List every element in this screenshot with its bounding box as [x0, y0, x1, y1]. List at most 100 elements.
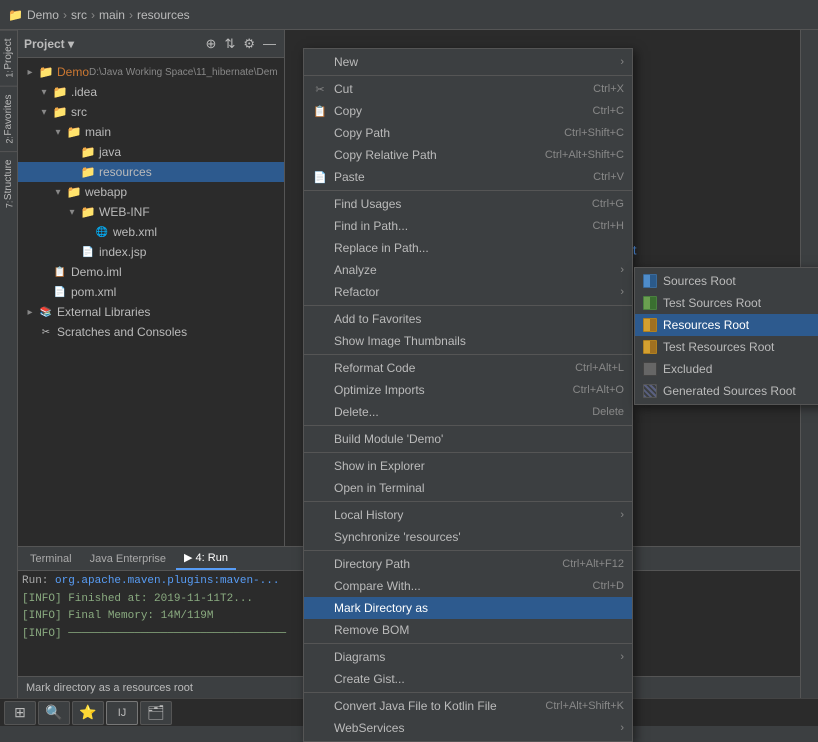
sources-root-label: Sources Root: [663, 274, 736, 288]
tab-terminal[interactable]: Terminal: [22, 547, 80, 570]
folder-webinf-icon: 📁: [80, 204, 96, 220]
menu-item-reformat[interactable]: Reformat Code Ctrl+Alt+L: [304, 357, 632, 379]
submenu-sources-root[interactable]: Sources Root: [635, 270, 818, 292]
sources-root-icon: [643, 274, 657, 288]
tree-item-webapp[interactable]: ▾ 📁 webapp: [18, 182, 284, 202]
tree-label-webapp: webapp: [85, 185, 127, 199]
title-icon: 📁: [8, 8, 23, 22]
menu-item-addtofav[interactable]: Add to Favorites: [304, 308, 632, 330]
menu-item-new[interactable]: New ›: [304, 51, 632, 73]
tree-item-main[interactable]: ▾ 📁 main: [18, 122, 284, 142]
tree-item-resources[interactable]: 📁 resources: [18, 162, 284, 182]
folder-webapp-icon: 📁: [66, 184, 82, 200]
menu-item-copypath[interactable]: Copy Path Ctrl+Shift+C: [304, 122, 632, 144]
sep-10: [304, 692, 632, 693]
tree-item-demoiml[interactable]: 📋 Demo.iml: [18, 262, 284, 282]
tree-label-main: main: [85, 125, 111, 139]
tree-item-idea[interactable]: ▾ 📁 .idea: [18, 82, 284, 102]
close-icon[interactable]: —: [261, 35, 278, 53]
submenu-resources-root[interactable]: Resources Root: [635, 314, 818, 336]
resources-root-icon: [643, 318, 657, 332]
tree-area[interactable]: ▸ 📁 Demo D:\Java Working Space\11_hibern…: [18, 58, 284, 546]
tree-item-java[interactable]: 📁 java: [18, 142, 284, 162]
tree-label-pomxml: pom.xml: [71, 285, 116, 299]
submenu-excluded[interactable]: Excluded: [635, 358, 818, 380]
menu-item-copy[interactable]: 📋 Copy Ctrl+C: [304, 100, 632, 122]
tree-item-scratches[interactable]: ✂ Scratches and Consoles: [18, 322, 284, 342]
submenu-test-sources-root[interactable]: Test Sources Root: [635, 292, 818, 314]
menu-item-localhistory[interactable]: Local History ›: [304, 504, 632, 526]
menu-item-findusages[interactable]: Find Usages Ctrl+G: [304, 193, 632, 215]
scratches-icon: ✂: [38, 324, 54, 340]
menu-item-converttokotlin[interactable]: Convert Java File to Kotlin File Ctrl+Al…: [304, 695, 632, 717]
file-iml-icon: 📋: [52, 264, 68, 280]
sort-icon[interactable]: ⇅: [222, 35, 237, 53]
submenu-test-resources-root[interactable]: Test Resources Root: [635, 336, 818, 358]
menu-item-analyze[interactable]: Analyze ›: [304, 259, 632, 281]
taskbar-folder-btn[interactable]: 🗂: [140, 701, 172, 725]
taskbar-star-btn[interactable]: ⭐: [72, 701, 104, 725]
excluded-label: Excluded: [663, 362, 712, 376]
menu-item-paste[interactable]: 📄 Paste Ctrl+V: [304, 166, 632, 188]
menu-item-diagrams[interactable]: Diagrams ›: [304, 646, 632, 668]
tab-run[interactable]: ▶ 4: Run: [176, 547, 236, 570]
tree-label-src: src: [71, 105, 87, 119]
excluded-icon: [643, 362, 657, 376]
menu-item-replaceinpath[interactable]: Replace in Path...: [304, 237, 632, 259]
tab-project[interactable]: 1:Project: [0, 30, 17, 86]
submenu-generated-sources-root[interactable]: Generated Sources Root: [635, 380, 818, 402]
tab-structure[interactable]: 7:Structure: [0, 151, 17, 216]
tab-favorites[interactable]: 2:Favorites: [0, 86, 17, 152]
copypath-icon: [312, 125, 328, 141]
menu-item-markdir[interactable]: Mark Directory as Sources Root Test Sour…: [304, 597, 632, 619]
menu-item-creategist[interactable]: Create Gist...: [304, 668, 632, 690]
menu-item-refactor[interactable]: Refactor ›: [304, 281, 632, 303]
sep-8: [304, 550, 632, 551]
menu-item-optimizeimports[interactable]: Optimize Imports Ctrl+Alt+O: [304, 379, 632, 401]
menu-item-showinexplorer[interactable]: Show in Explorer: [304, 455, 632, 477]
menu-item-buildmodule[interactable]: Build Module 'Demo': [304, 428, 632, 450]
menu-item-showthumbs[interactable]: Show Image Thumbnails: [304, 330, 632, 352]
menu-item-webservices[interactable]: WebServices ›: [304, 717, 632, 739]
test-sources-root-icon: [643, 296, 657, 310]
menu-item-delete[interactable]: Delete... Delete: [304, 401, 632, 423]
status-text: Mark directory as a resources root: [26, 682, 193, 694]
taskbar-windows-btn[interactable]: ⊞: [4, 701, 36, 725]
tree-item-src[interactable]: ▾ 📁 src: [18, 102, 284, 122]
sep-1: [304, 75, 632, 76]
taskbar-idea-btn[interactable]: IJ: [106, 701, 138, 725]
tree-label-java: java: [99, 145, 121, 159]
tree-item-demo[interactable]: ▸ 📁 Demo D:\Java Working Space\11_hibern…: [18, 62, 284, 82]
menu-item-comparewith[interactable]: Compare With... Ctrl+D: [304, 575, 632, 597]
tree-item-extlibs[interactable]: ▸ 📚 External Libraries: [18, 302, 284, 322]
tree-item-indexjsp[interactable]: 📄 index.jsp: [18, 242, 284, 262]
menu-item-directorypath[interactable]: Directory Path Ctrl+Alt+F12: [304, 553, 632, 575]
sep-5: [304, 425, 632, 426]
tree-item-pomxml[interactable]: 📄 pom.xml: [18, 282, 284, 302]
tree-item-webinf[interactable]: ▾ 📁 WEB-INF: [18, 202, 284, 222]
sync-icon[interactable]: ⊕: [204, 35, 219, 53]
menu-item-openinterminal[interactable]: Open in Terminal: [304, 477, 632, 499]
menu-item-copyrelpath[interactable]: Copy Relative Path Ctrl+Alt+Shift+C: [304, 144, 632, 166]
folder-idea-icon: 📁: [52, 84, 68, 100]
resources-root-label: Resources Root: [663, 318, 749, 332]
title-bar: 📁 Demo › src › main › resources: [0, 0, 818, 30]
bc-demo: Demo: [27, 8, 59, 22]
paste-icon: 📄: [312, 169, 328, 185]
tab-java-enterprise[interactable]: Java Enterprise: [82, 547, 174, 570]
menu-item-cut[interactable]: ✂ Cut Ctrl+X: [304, 78, 632, 100]
copyrelpath-icon: [312, 147, 328, 163]
tree-item-webxml[interactable]: 🌐 web.xml: [18, 222, 284, 242]
context-menu: New › ✂ Cut Ctrl+X 📋 Copy Ctrl+C Copy Pa…: [303, 48, 633, 742]
menu-item-findinpath[interactable]: Find in Path... Ctrl+H: [304, 215, 632, 237]
folder-main-icon: 📁: [66, 124, 82, 140]
panel-header-icons: ⊕ ⇅ ⚙ —: [204, 35, 278, 53]
menu-item-removebom[interactable]: Remove BOM: [304, 619, 632, 641]
settings-icon[interactable]: ⚙: [241, 35, 257, 53]
menu-item-synchronize[interactable]: Synchronize 'resources': [304, 526, 632, 548]
panel-header: Project ▾ ⊕ ⇅ ⚙ —: [18, 30, 284, 58]
sep-6: [304, 452, 632, 453]
taskbar-search-btn[interactable]: 🔍: [38, 701, 70, 725]
tree-label-webinf: WEB-INF: [99, 205, 150, 219]
sep-3: [304, 305, 632, 306]
